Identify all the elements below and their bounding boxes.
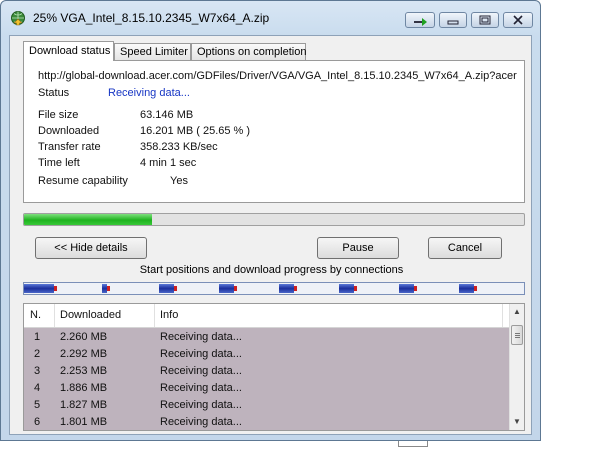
scroll-up-icon[interactable]: ▲ bbox=[513, 308, 521, 316]
connection-downloaded: 2.292 MB bbox=[60, 348, 108, 360]
send-to-tray-button[interactable] bbox=[405, 12, 435, 28]
status-label: Status bbox=[38, 87, 70, 99]
download-url: http://global-download.acer.com/GDFiles/… bbox=[38, 70, 517, 82]
grip-line bbox=[515, 337, 520, 338]
list-item[interactable]: 2 2.292 MB Receiving data... bbox=[24, 346, 510, 363]
column-header-downloaded[interactable]: Downloaded bbox=[60, 309, 121, 321]
connection-info: Receiving data... bbox=[160, 382, 242, 394]
connection-start-marker bbox=[54, 286, 57, 291]
column-header-number[interactable]: N. bbox=[30, 309, 41, 321]
connection-number: 5 bbox=[34, 399, 41, 411]
connection-info: Receiving data... bbox=[160, 365, 242, 377]
tab-speed-limiter[interactable]: Speed Limiter bbox=[114, 43, 191, 60]
connection-start-marker bbox=[354, 286, 357, 291]
close-icon bbox=[513, 15, 523, 25]
download-progress-bar bbox=[23, 213, 525, 226]
connection-start-marker bbox=[174, 286, 177, 291]
tab-options-on-completion[interactable]: Options on completion bbox=[191, 43, 306, 60]
list-item[interactable]: 3 2.253 MB Receiving data... bbox=[24, 363, 510, 380]
connection-start-marker bbox=[294, 286, 297, 291]
client-area: Download status Speed Limiter Options on… bbox=[9, 35, 532, 435]
download-globe-icon bbox=[10, 10, 26, 26]
maximize-icon bbox=[479, 15, 491, 25]
connection-segment bbox=[399, 284, 414, 293]
downloaded-label: Downloaded bbox=[38, 125, 100, 137]
list-body: 1 2.260 MB Receiving data... 2 2.292 MB … bbox=[24, 328, 510, 430]
connections-list[interactable]: N. Downloaded Info 1 2.260 MB Receiving … bbox=[23, 303, 525, 431]
connections-caption: Start positions and download progress by… bbox=[139, 264, 404, 276]
connections-progress-bar bbox=[23, 282, 525, 295]
connection-segment bbox=[459, 284, 474, 293]
time-left-value: 4 min 1 sec bbox=[140, 157, 197, 169]
resume-capability-value: Yes bbox=[170, 175, 188, 187]
file-size-label: File size bbox=[38, 109, 79, 121]
connection-downloaded: 1.827 MB bbox=[60, 399, 108, 411]
connection-start-marker bbox=[474, 286, 477, 291]
cancel-button[interactable]: Cancel bbox=[428, 237, 502, 259]
connection-number: 1 bbox=[34, 331, 41, 343]
connection-segment bbox=[339, 284, 354, 293]
connection-downloaded: 1.886 MB bbox=[60, 382, 108, 394]
minimize-button[interactable] bbox=[439, 12, 467, 28]
connection-number: 6 bbox=[34, 416, 41, 428]
tab-download-status[interactable]: Download status bbox=[23, 41, 114, 61]
pause-button[interactable]: Pause bbox=[317, 237, 399, 259]
list-item[interactable]: 4 1.886 MB Receiving data... bbox=[24, 380, 510, 397]
column-divider[interactable] bbox=[502, 304, 503, 327]
connection-info: Receiving data... bbox=[160, 348, 242, 360]
list-item[interactable]: 1 2.260 MB Receiving data... bbox=[24, 329, 510, 346]
grip-line bbox=[515, 333, 520, 334]
connection-start-marker bbox=[234, 286, 237, 291]
list-header: N. Downloaded Info bbox=[24, 304, 510, 328]
connection-start-marker bbox=[107, 286, 110, 291]
transfer-rate-value: 358.233 KB/sec bbox=[140, 141, 218, 153]
minimize-icon bbox=[447, 20, 459, 25]
title-bar[interactable]: 25% VGA_Intel_8.15.10.2345_W7x64_A.zip bbox=[1, 1, 540, 35]
download-window: 25% VGA_Intel_8.15.10.2345_W7x64_A.zip D… bbox=[0, 0, 541, 441]
download-status-panel: http://global-download.acer.com/GDFiles/… bbox=[23, 60, 525, 203]
connection-number: 4 bbox=[34, 382, 41, 394]
background-window-edge bbox=[398, 441, 428, 447]
tray-arrow-icon bbox=[414, 18, 427, 26]
connection-downloaded: 2.260 MB bbox=[60, 331, 108, 343]
maximize-button[interactable] bbox=[471, 12, 499, 28]
grip-line bbox=[515, 335, 520, 336]
scroll-down-icon[interactable]: ▼ bbox=[513, 418, 521, 426]
connection-info: Receiving data... bbox=[160, 416, 242, 428]
time-left-label: Time left bbox=[38, 157, 80, 169]
connection-info: Receiving data... bbox=[160, 399, 242, 411]
progress-fill bbox=[24, 214, 153, 225]
connection-segment bbox=[159, 284, 174, 293]
connection-downloaded: 1.801 MB bbox=[60, 416, 108, 428]
column-divider[interactable] bbox=[54, 304, 55, 327]
window-title: 25% VGA_Intel_8.15.10.2345_W7x64_A.zip bbox=[33, 11, 270, 25]
resume-capability-label: Resume capability bbox=[38, 175, 128, 187]
scrollbar-thumb[interactable] bbox=[511, 325, 523, 345]
connection-downloaded: 2.253 MB bbox=[60, 365, 108, 377]
connection-segment bbox=[24, 284, 54, 293]
hide-details-button[interactable]: << Hide details bbox=[35, 237, 147, 259]
column-divider[interactable] bbox=[154, 304, 155, 327]
connection-number: 3 bbox=[34, 365, 41, 377]
list-scrollbar[interactable]: ▲ ▼ bbox=[509, 304, 524, 430]
connection-start-marker bbox=[414, 286, 417, 291]
transfer-rate-label: Transfer rate bbox=[38, 141, 101, 153]
connection-number: 2 bbox=[34, 348, 41, 360]
connection-info: Receiving data... bbox=[160, 331, 242, 343]
close-button[interactable] bbox=[503, 12, 533, 28]
column-header-info[interactable]: Info bbox=[160, 309, 178, 321]
list-item[interactable]: 5 1.827 MB Receiving data... bbox=[24, 397, 510, 414]
list-item[interactable]: 6 1.801 MB Receiving data... bbox=[24, 414, 510, 430]
status-value: Receiving data... bbox=[108, 87, 190, 99]
connection-segment bbox=[219, 284, 234, 293]
downloaded-value: 16.201 MB ( 25.65 % ) bbox=[140, 125, 251, 137]
connection-segment bbox=[279, 284, 294, 293]
file-size-value: 63.146 MB bbox=[140, 109, 194, 121]
